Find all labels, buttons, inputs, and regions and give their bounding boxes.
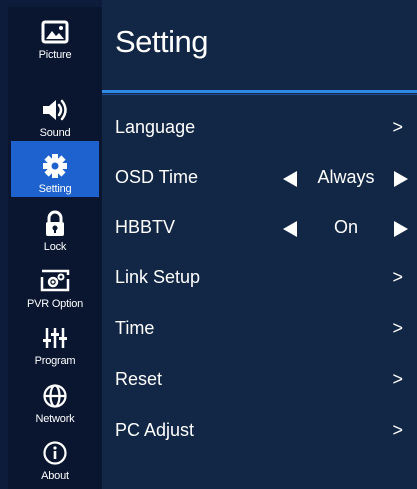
- gear-icon: [39, 150, 71, 182]
- speaker-icon: [39, 94, 71, 126]
- sidebar-item-label: Lock: [43, 241, 67, 253]
- page-title: Setting: [115, 24, 209, 59]
- chevron-right-icon: >: [392, 420, 403, 440]
- divider: [102, 90, 417, 93]
- sidebar-item-label: About: [41, 470, 69, 482]
- sidebar-item-label: Picture: [38, 49, 72, 61]
- sidebar-item-network[interactable]: Network: [8, 371, 102, 427]
- picture-icon: [39, 16, 71, 48]
- chevron-right-icon: >: [392, 369, 403, 389]
- sidebar-item-pvr-option[interactable]: PVR Option: [8, 256, 102, 312]
- sidebar: Picture Sound Setting Lock PVR Option Pr…: [8, 7, 102, 489]
- chevron-right-icon: >: [392, 267, 403, 287]
- menu-item-label: HBBTV: [115, 217, 176, 237]
- sidebar-item-picture[interactable]: Picture: [8, 7, 102, 63]
- equalizer-icon: [39, 322, 71, 354]
- sidebar-item-label: Network: [35, 413, 75, 425]
- sidebar-item-about[interactable]: About: [8, 428, 102, 484]
- arrow-right-icon[interactable]: [394, 221, 408, 237]
- sidebar-item-label: Program: [34, 355, 76, 367]
- menu-item-label: Language: [115, 117, 196, 137]
- pvr-icon: [39, 265, 71, 297]
- menu-item-time[interactable]: Time >: [102, 308, 417, 348]
- sidebar-item-sound[interactable]: Sound: [8, 85, 102, 141]
- sidebar-item-label: Setting: [38, 183, 72, 195]
- hbbtv-value: On: [333, 217, 358, 237]
- info-icon: [39, 437, 71, 469]
- menu-item-label: Link Setup: [115, 267, 201, 287]
- menu-item-label: OSD Time: [115, 167, 199, 187]
- menu-item-hbbtv[interactable]: HBBTV On: [102, 207, 417, 247]
- globe-icon: [39, 380, 71, 412]
- sidebar-item-setting[interactable]: Setting: [11, 141, 99, 197]
- chevron-right-icon: >: [392, 318, 403, 338]
- sidebar-item-program[interactable]: Program: [8, 313, 102, 369]
- sidebar-item-label: Sound: [39, 127, 71, 139]
- arrow-left-icon[interactable]: [283, 171, 297, 187]
- settings-panel: Setting Language > OSD Time Always HBBTV…: [102, 0, 417, 489]
- arrow-left-icon[interactable]: [283, 221, 297, 237]
- menu-item-language[interactable]: Language >: [102, 107, 417, 147]
- menu-item-label: Time: [115, 318, 155, 338]
- sidebar-item-label: PVR Option: [26, 298, 84, 310]
- osd-time-value: Always: [317, 167, 375, 187]
- menu-item-osd-time[interactable]: OSD Time Always: [102, 157, 417, 197]
- lock-icon: [39, 208, 71, 240]
- arrow-right-icon[interactable]: [394, 171, 408, 187]
- menu-item-link-setup[interactable]: Link Setup >: [102, 257, 417, 297]
- menu-item-label: Reset: [115, 369, 163, 389]
- divider: [102, 94, 417, 95]
- menu-item-label: PC Adjust: [115, 420, 195, 440]
- sidebar-item-lock[interactable]: Lock: [8, 199, 102, 255]
- chevron-right-icon: >: [392, 117, 403, 137]
- menu-item-reset[interactable]: Reset >: [102, 359, 417, 399]
- menu-item-pc-adjust[interactable]: PC Adjust >: [102, 410, 417, 450]
